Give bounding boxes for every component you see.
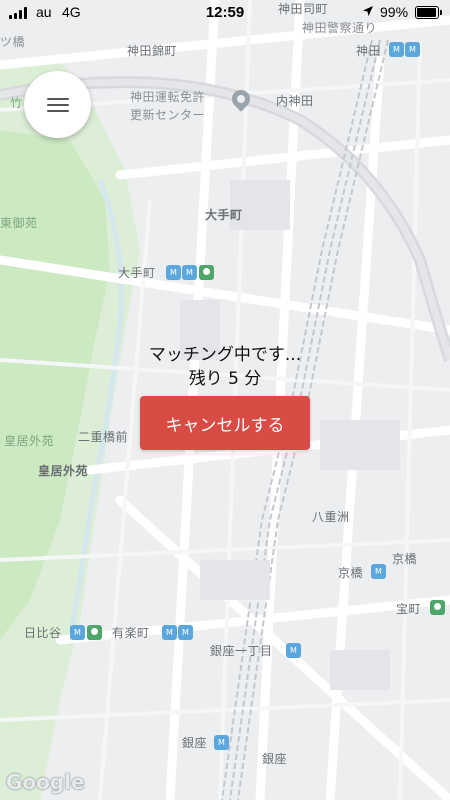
- battery-percent: 99%: [380, 4, 409, 20]
- park-icon: [199, 265, 214, 280]
- map-label-kogai-en-2: 皇居外苑: [38, 464, 89, 478]
- metro-icon: M: [371, 564, 386, 579]
- metro-icon: M: [178, 625, 193, 640]
- map-label-uchikanda: 内神田: [276, 94, 314, 108]
- map-label-higashi-gyoen: 東御苑: [0, 216, 38, 230]
- status-bar: au 4G 12:59 99%: [0, 0, 450, 26]
- hamburger-menu-icon: [46, 97, 69, 112]
- map-label-takaracho: 宝町: [396, 602, 422, 616]
- map-label-otemachi-top: 大手町: [205, 208, 243, 222]
- metro-icon: M: [162, 625, 177, 640]
- map-label-yurakucho: 有楽町: [112, 626, 150, 640]
- matching-status-text: マッチング中です...: [148, 345, 302, 365]
- map-label-kanda: 神田: [356, 44, 382, 58]
- google-logo: Google: [6, 770, 85, 794]
- map-label-kyobashi-2: 京橋: [338, 566, 364, 580]
- remaining-time-text: 残り 5 分: [188, 369, 262, 389]
- map-label-ginza-station: 銀座: [182, 736, 208, 750]
- map-label-license-center-1: 神田運転免許: [130, 90, 206, 104]
- map-label-ginza-itchome: 銀座一丁目: [210, 644, 273, 658]
- map-label-kyobashi-1: 京橋: [392, 552, 418, 566]
- metro-icon: M: [286, 643, 301, 658]
- cancel-button[interactable]: キャンセルする: [140, 396, 310, 450]
- location-arrow-icon: [363, 6, 373, 16]
- metro-icon: M: [389, 42, 404, 57]
- map-label-ginza: 銀座: [262, 752, 288, 766]
- metro-icon: M: [182, 265, 197, 280]
- metro-icon: M: [70, 625, 85, 640]
- map-label-kogai-en-1: 皇居外苑: [4, 434, 55, 448]
- map-label-yaesu: 八重洲: [312, 510, 350, 524]
- map-label-hibiya: 日比谷: [24, 626, 62, 640]
- metro-icon: M: [214, 735, 229, 750]
- map-label-kanda-nishikicho: 神田錦町: [127, 44, 178, 58]
- park-icon: [430, 600, 445, 615]
- park-icon: [87, 625, 102, 640]
- map-label-license-center-2: 更新センター: [130, 108, 206, 122]
- metro-icon: M: [166, 265, 181, 280]
- metro-icon: M: [405, 42, 420, 57]
- map-label-naka: 竹: [10, 96, 23, 110]
- map-label-nijubashimae: 二重橋前: [78, 430, 129, 444]
- map-label-otemachi-station: 大手町: [118, 266, 156, 280]
- map-label-hitotsubashi: ツ橋: [0, 35, 26, 49]
- menu-button[interactable]: [24, 71, 91, 138]
- battery-icon: [415, 6, 442, 19]
